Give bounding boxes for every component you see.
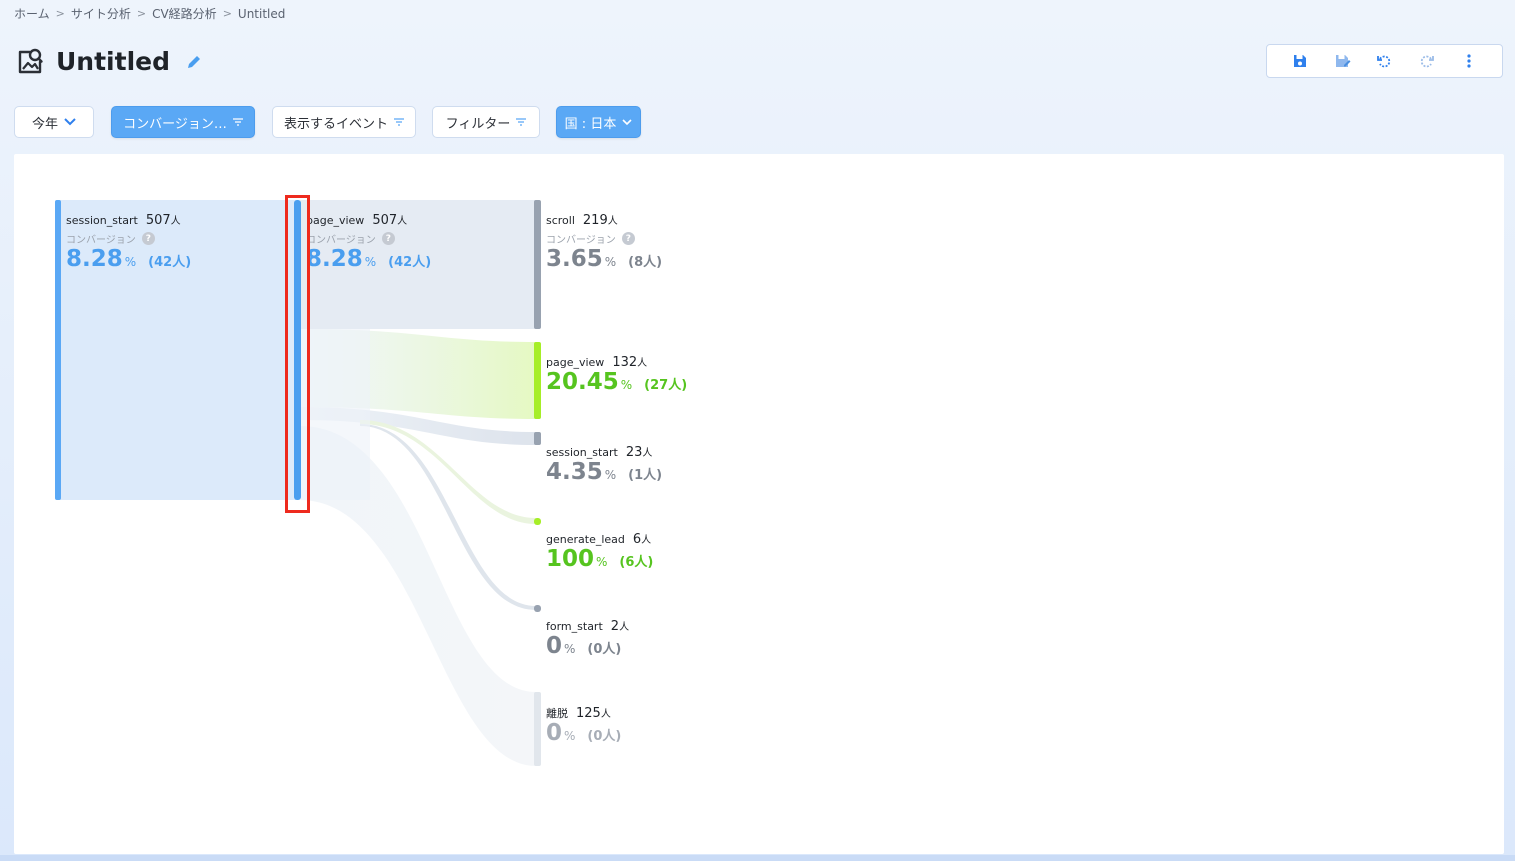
node-bar-form-start[interactable] [534, 605, 541, 612]
node-scroll-pct: 3.65% (8人) [546, 246, 663, 272]
node-bar-target-session-start[interactable] [534, 432, 541, 445]
node-bar-generate-lead[interactable] [534, 518, 541, 525]
node-form-start-pct: 0% (0人) [546, 633, 622, 659]
node-target-page-view-pct: 20.45% (27人) [546, 369, 688, 395]
node-bar-session-start[interactable] [55, 200, 61, 500]
help-icon[interactable]: ? [621, 232, 635, 245]
node-exit-pct: 0% (0人) [546, 720, 622, 746]
horizontal-scrollbar[interactable] [0, 855, 1515, 861]
help-icon[interactable]: ? [141, 232, 155, 245]
node-scroll-sub: コンバージョン? [546, 231, 635, 246]
help-icon[interactable]: ? [381, 232, 395, 245]
node-session-start-label: session_start 507人 [66, 213, 181, 228]
flow-band-base [300, 329, 370, 500]
node-bar-scroll[interactable] [534, 200, 541, 329]
node-target-session-start-label: session_start 23人 [546, 445, 653, 460]
node-session-start-pct: 8.28% (42人) [66, 246, 192, 272]
node-form-start-label: form_start 2人 [546, 619, 630, 634]
node-generate-lead-pct: 100% (6人) [546, 546, 654, 572]
node-generate-lead-label: generate_lead 6人 [546, 532, 652, 547]
node-session-start-sub: コンバージョン? [66, 231, 155, 246]
sankey-flow [55, 200, 541, 766]
node-target-page-view-label: page_view 132人 [546, 355, 648, 370]
node-bar-exit[interactable] [534, 692, 541, 766]
node-page-view-label: page_view 507人 [306, 213, 408, 228]
node-scroll-label: scroll 219人 [546, 213, 618, 228]
node-page-view-sub: コンバージョン? [306, 231, 395, 246]
node-target-session-start-pct: 4.35% (1人) [546, 459, 663, 485]
node-page-view-pct: 8.28% (42人) [306, 246, 432, 272]
node-exit-label: 離脱 125人 [546, 706, 611, 721]
highlight-box [285, 195, 310, 513]
node-bar-target-page-view[interactable] [534, 342, 541, 419]
